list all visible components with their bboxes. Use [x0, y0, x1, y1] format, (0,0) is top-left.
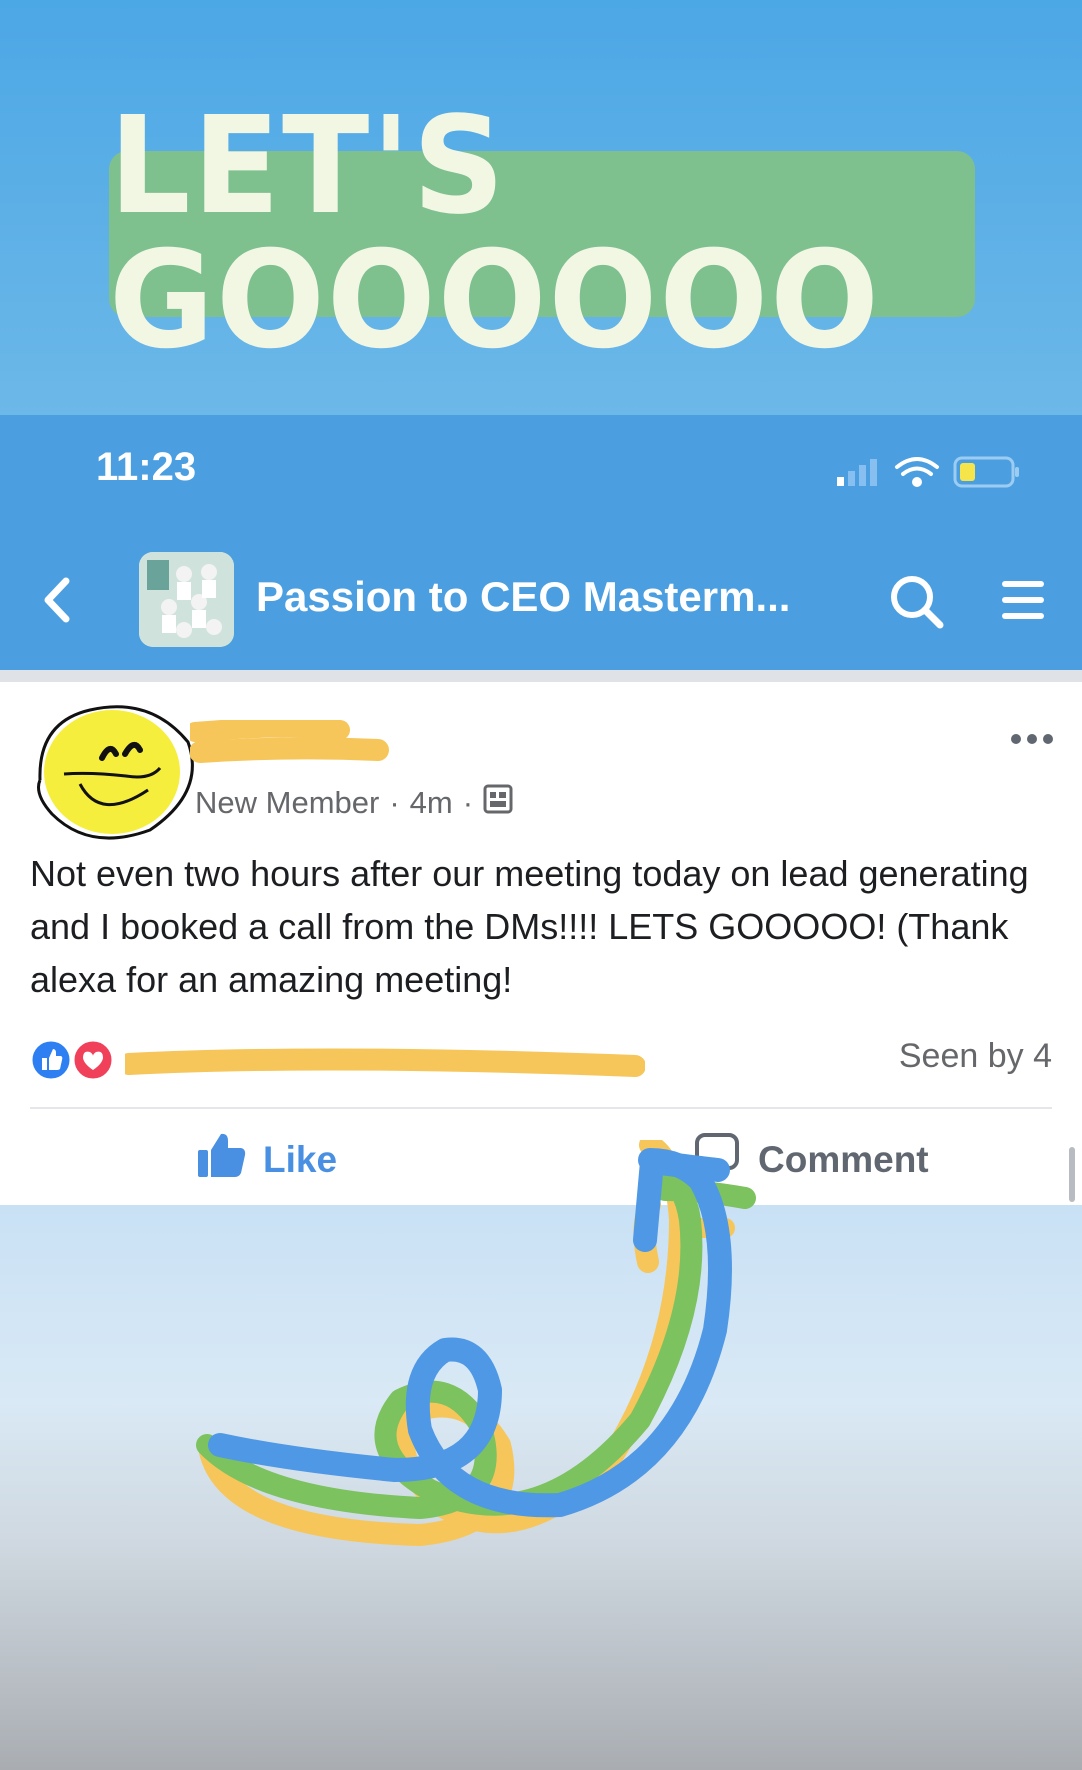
seen-by-count[interactable]: Seen by 4 [899, 1037, 1052, 1076]
redacted-reaction-names [118, 1044, 646, 1089]
text-sticker: LET'S GOOOOOO [109, 99, 975, 368]
group-nav-bar: Passion to CEO Masterm... [0, 535, 1082, 670]
signal-icon [837, 459, 877, 486]
status-bar: 11:23 [0, 415, 1082, 535]
status-time: 11:23 [96, 445, 197, 489]
member-role: New Member [195, 785, 380, 820]
redacted-author-name [185, 717, 390, 775]
post-meta: New Member · 4m · [195, 784, 513, 822]
hand-drawn-arrow-sticker [0, 1134, 1082, 1595]
search-icon[interactable] [888, 573, 948, 638]
meta-separator: · [462, 785, 474, 820]
sticker-text: LET'S GOOOOOO [109, 88, 881, 379]
feed-divider [0, 670, 1082, 682]
group-title[interactable]: Passion to CEO Masterm... [256, 573, 790, 621]
battery-icon [953, 456, 1019, 488]
post-card: New Member · 4m · Not even two hours aft… [0, 682, 1082, 1205]
actions-divider [30, 1107, 1052, 1109]
reaction-icons[interactable] [28, 1037, 118, 1088]
post-text: Not even two hours after our meeting tod… [30, 853, 1029, 1000]
more-options-icon[interactable] [1010, 732, 1054, 751]
smiley-sticker-avatar[interactable] [30, 702, 200, 842]
post-age[interactable]: 4m [410, 785, 453, 821]
group-privacy-icon [483, 784, 513, 822]
status-icons [837, 453, 1027, 498]
menu-icon[interactable] [1000, 577, 1046, 628]
back-chevron-icon[interactable] [40, 575, 74, 630]
group-thumbnail[interactable] [139, 552, 234, 647]
meta-separator: · [389, 785, 400, 820]
wifi-icon [895, 457, 939, 487]
